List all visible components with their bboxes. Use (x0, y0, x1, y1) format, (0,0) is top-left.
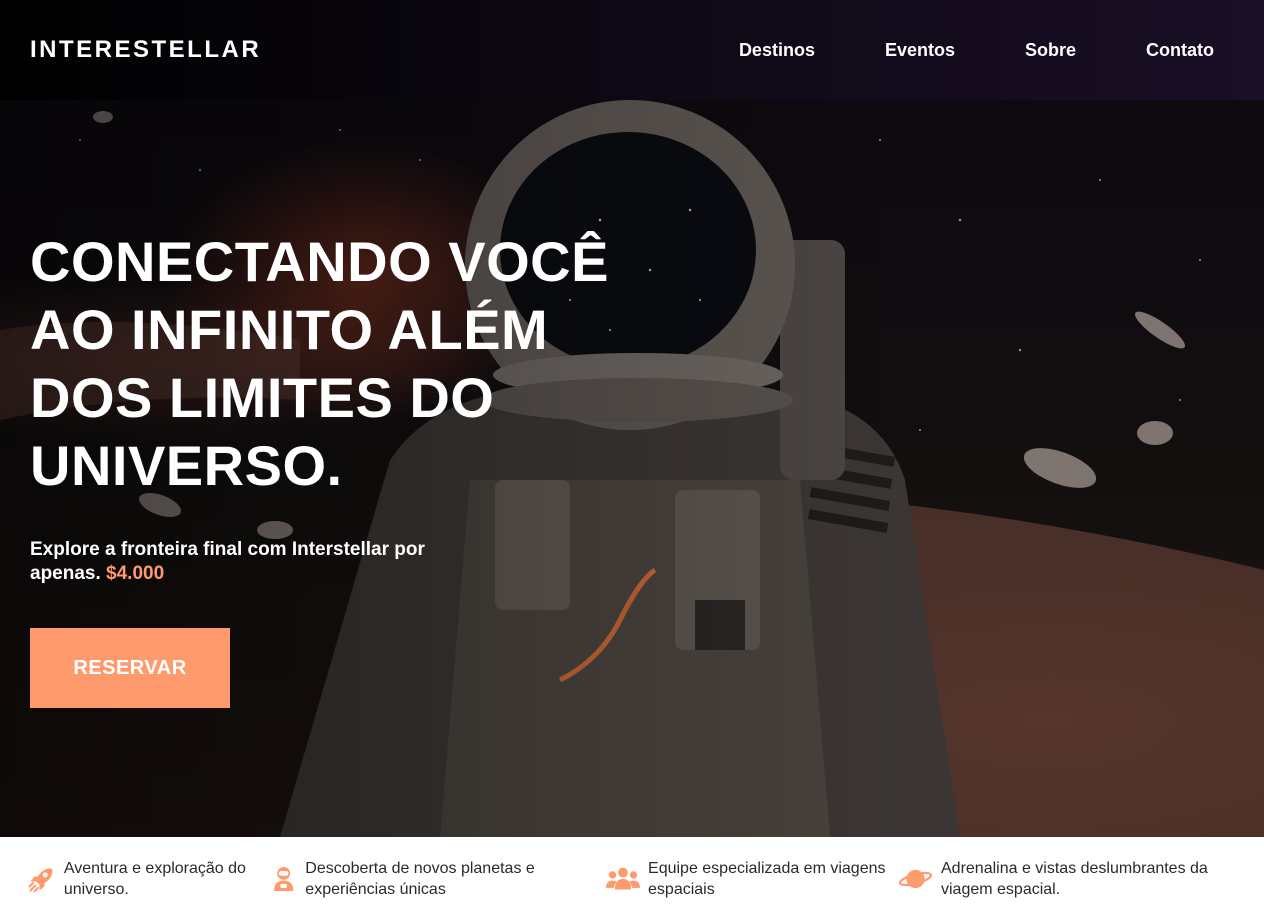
hero-subtitle: Explore a fronteira final com Interstell… (30, 538, 480, 586)
feature-text: Aventura e exploração do universo. (63, 860, 246, 898)
nav-link-destinos[interactable]: Destinos (739, 40, 815, 61)
team-icon (606, 867, 641, 890)
nav-link-eventos[interactable]: Eventos (885, 40, 955, 61)
planet-icon (898, 869, 933, 889)
astronaut-icon (274, 866, 294, 892)
hero-subtitle-text: Explore a fronteira final com Interstell… (30, 539, 425, 584)
feature-text: Descoberta de novos planetas e experiênc… (305, 860, 535, 898)
main-nav: Destinos Eventos Sobre Contato (669, 40, 1214, 61)
feature-text: Equipe especializada em viagens espaciai… (648, 860, 886, 898)
hero-title: CONECTANDO VOCÊ AO INFINITO ALÉM DOS LIM… (30, 230, 609, 497)
rocket-icon (28, 868, 53, 893)
reserve-button[interactable]: RESERVAR (30, 628, 230, 708)
feature-item: Adrenalina e vistas deslumbrantes da via… (898, 858, 1238, 900)
feature-item: Equipe especializada em viagens espaciai… (606, 858, 898, 900)
feature-item: Aventura e exploração do universo. (28, 858, 270, 900)
nav-link-contato[interactable]: Contato (1146, 40, 1214, 61)
hero-price: $4.000 (106, 563, 165, 584)
site-logo[interactable]: INTERESTELLAR (30, 36, 261, 64)
feature-text: Adrenalina e vistas deslumbrantes da via… (941, 860, 1208, 898)
hero-section: CONECTANDO VOCÊ AO INFINITO ALÉM DOS LIM… (0, 100, 1264, 837)
features-bar: Aventura e exploração do universo. Desco… (0, 837, 1264, 921)
site-header: INTERESTELLAR Destinos Eventos Sobre Con… (0, 0, 1264, 100)
feature-item: Descoberta de novos planetas e experiênc… (270, 858, 606, 900)
nav-link-sobre[interactable]: Sobre (1025, 40, 1076, 61)
